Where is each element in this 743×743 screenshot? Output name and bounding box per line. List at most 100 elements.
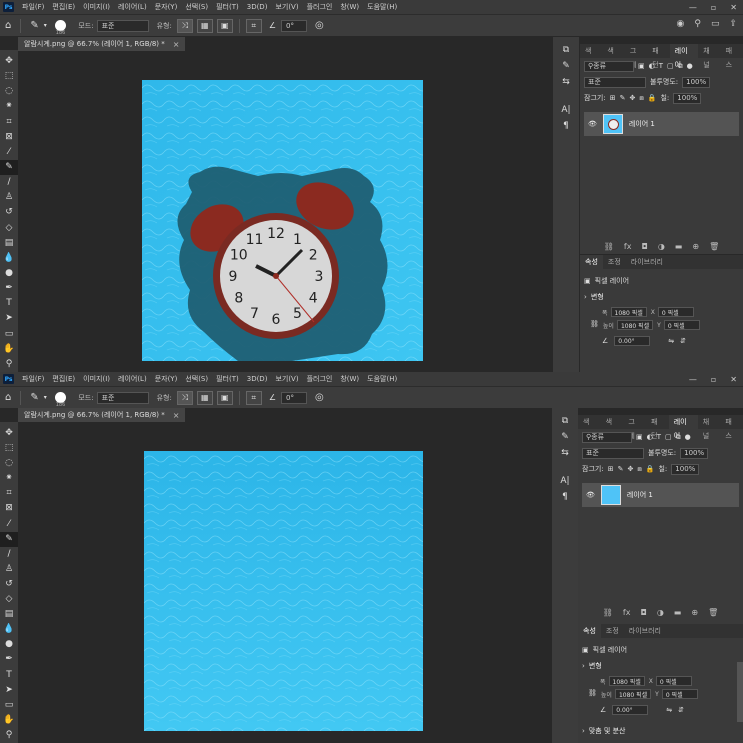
x-field[interactable]: 0 픽셀 [657, 307, 694, 317]
paragraph-panel-icon[interactable]: ¶ [562, 492, 568, 502]
shape-tool-icon[interactable]: ▭ [0, 698, 18, 713]
frame-tool-icon[interactable]: ⊠ [0, 501, 18, 516]
spot-healing-brush-icon[interactable]: ✎ [30, 392, 38, 403]
angle-field[interactable]: 0° [280, 19, 307, 32]
brush-settings-icon[interactable]: ✎ [561, 432, 569, 442]
filter-pixel-icon[interactable]: ▣ [638, 62, 645, 70]
tab-adjustments[interactable]: 조정 [601, 624, 624, 638]
adjust-icon[interactable]: ⇆ [561, 448, 569, 458]
lock-pixels-icon[interactable]: ⊞ [608, 465, 614, 473]
flip-vertical-icon[interactable]: ⇵ [680, 337, 686, 345]
tab-swatches[interactable]: 색상 [602, 44, 624, 69]
content-aware-button[interactable]: ⤨ [176, 18, 193, 33]
visibility-eye-icon[interactable]: 👁 [588, 120, 597, 128]
type-tool-icon[interactable]: T [0, 296, 18, 311]
healing-brush-tool-icon[interactable]: ✎ [0, 159, 18, 176]
flip-horizontal-icon[interactable]: ⇋ [666, 706, 672, 714]
mask-icon[interactable]: ◘ [641, 242, 647, 251]
tab-properties[interactable]: 속성 [578, 624, 601, 638]
filter-type-icon[interactable]: T [659, 62, 663, 70]
layer-kind-filter[interactable]: ⚲ 종류 [584, 60, 634, 72]
filter-smart-icon[interactable]: ⧉ [676, 433, 681, 442]
tab-gradient[interactable]: 그레 [625, 44, 647, 69]
layer-row[interactable]: 👁 레이어 1 [582, 483, 739, 507]
menu-window[interactable]: 창(W) [336, 2, 363, 12]
lock-all-icon[interactable]: 🔒 [648, 94, 657, 102]
eraser-tool-icon[interactable]: ◇ [0, 221, 18, 236]
frame-tool-icon[interactable]: ⊠ [0, 130, 18, 145]
menu-file[interactable]: 파일(F) [18, 2, 48, 12]
flip-horizontal-icon[interactable]: ⇋ [668, 337, 674, 345]
history-brush-tool-icon[interactable]: ↺ [0, 577, 18, 592]
menu-3d[interactable]: 3D(D) [243, 3, 272, 11]
document-tab[interactable]: 알람시계.png @ 66.7% (레이어 1, RGB/8) * × [18, 408, 186, 422]
brush-settings-icon[interactable]: ✎ [562, 61, 570, 71]
new-layer-icon[interactable]: ⊕ [691, 608, 698, 617]
eyedropper-tool-icon[interactable]: ⁄ [0, 145, 18, 160]
brush-tool-icon[interactable]: / [0, 547, 18, 562]
lock-artboard-icon[interactable]: ⧈ [637, 465, 641, 474]
y-field[interactable]: 0 픽셀 [661, 689, 698, 699]
workspace-icon[interactable]: ▭ [711, 19, 720, 29]
proximity-match-button[interactable]: ▣ [216, 18, 233, 33]
search-icon[interactable]: ⚲ [694, 19, 701, 29]
sample-all-layers-button[interactable]: ⌗ [245, 390, 262, 405]
menu-type[interactable]: 문자(Y) [151, 374, 182, 384]
tab-channels[interactable]: 채널 [698, 44, 720, 69]
lock-all-icon[interactable]: 🔒 [646, 465, 655, 473]
stamp-tool-icon[interactable]: ♙ [0, 562, 18, 577]
spot-healing-brush-icon[interactable]: ✎ [30, 20, 38, 31]
maximize-button[interactable]: ▫ [711, 3, 716, 12]
marquee-tool-icon[interactable]: ⬚ [0, 441, 18, 456]
quick-select-tool-icon[interactable]: ⁕ [0, 471, 18, 486]
lock-artboard-icon[interactable]: ⧈ [639, 94, 643, 103]
healing-brush-tool-icon[interactable]: ✎ [0, 531, 18, 547]
pen-tool-icon[interactable]: ✒ [0, 281, 18, 296]
close-tab-icon[interactable]: × [173, 40, 180, 49]
lock-paint-icon[interactable]: ✎ [620, 94, 626, 102]
canvas-area[interactable]: 12 1 2 3 4 5 6 7 8 9 10 11 [18, 51, 545, 372]
canvas-image[interactable] [18, 422, 548, 743]
fill-field[interactable]: 100% [673, 92, 702, 104]
tab-libraries[interactable]: 라이브러리 [626, 255, 668, 269]
zoom-tool-icon[interactable]: ⚲ [0, 357, 18, 372]
menu-select[interactable]: 선택(S) [181, 374, 212, 384]
tab-gradient[interactable]: 그레 [623, 415, 646, 440]
canvas-image[interactable]: 12 12 3 45678 9 1011 [18, 51, 545, 372]
create-texture-button[interactable]: ▦ [196, 390, 213, 405]
menu-image[interactable]: 이미지(I) [79, 2, 114, 12]
account-icon[interactable]: ◉ [676, 19, 684, 29]
tab-pattern[interactable]: 패턴 [647, 44, 669, 69]
tab-layers[interactable]: 레이어 [668, 415, 698, 440]
move-tool-icon[interactable]: ✥ [0, 54, 18, 69]
rotate-field[interactable]: 0.00° [614, 336, 651, 346]
filter-toggle-icon[interactable]: ● [685, 433, 691, 441]
adjustment-icon[interactable]: ◑ [657, 608, 664, 617]
history-panel-icon[interactable]: ⧉ [563, 45, 569, 55]
path-select-tool-icon[interactable]: ➤ [0, 683, 18, 698]
tab-paths[interactable]: 패스 [721, 44, 743, 69]
sample-all-layers-button[interactable]: ⌗ [245, 18, 262, 33]
tab-adjustments[interactable]: 조정 [603, 255, 626, 269]
chevron-down-icon[interactable]: ▾ [44, 394, 47, 401]
layer-kind-filter[interactable]: ⚲ 종류 [582, 431, 632, 443]
menu-layer[interactable]: 레이어(L) [114, 374, 151, 384]
link-icon[interactable]: ⛓ [603, 608, 613, 617]
tab-channels[interactable]: 채널 [698, 415, 721, 440]
link-icon[interactable]: ⛓ [604, 242, 614, 251]
blur-tool-icon[interactable]: 💧 [0, 251, 18, 266]
content-aware-button[interactable]: ⤨ [176, 390, 193, 405]
lock-paint-icon[interactable]: ✎ [618, 465, 624, 473]
path-select-tool-icon[interactable]: ➤ [0, 311, 18, 326]
eyedropper-tool-icon[interactable]: ⁄ [0, 517, 18, 532]
menu-type[interactable]: 문자(Y) [151, 2, 182, 12]
hand-tool-icon[interactable]: ✋ [0, 713, 18, 728]
flip-vertical-icon[interactable]: ⇵ [678, 706, 684, 714]
pen-tool-icon[interactable]: ✒ [0, 652, 18, 667]
properties-scrollbar[interactable] [737, 662, 743, 722]
tab-color[interactable]: 색상 [580, 44, 602, 69]
home-icon[interactable]: ⌂ [5, 20, 11, 31]
tab-paths[interactable]: 패스 [720, 415, 743, 440]
tab-properties[interactable]: 속성 [580, 255, 603, 269]
y-field[interactable]: 0 픽셀 [663, 320, 700, 330]
